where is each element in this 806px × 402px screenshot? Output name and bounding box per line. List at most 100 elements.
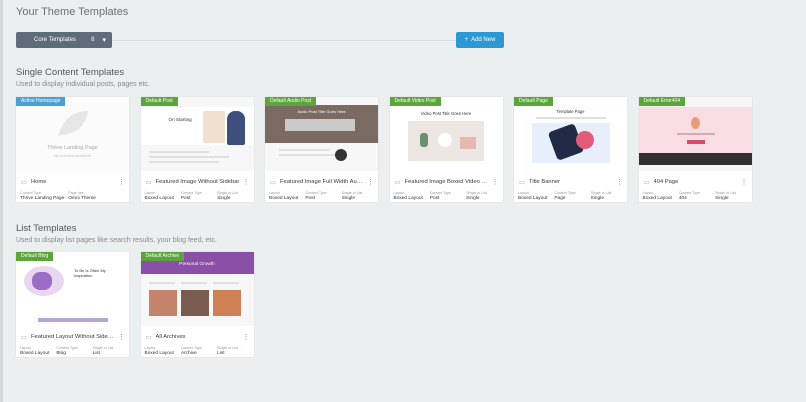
- template-thumbnail[interactable]: Default Error404: [638, 97, 752, 171]
- template-thumbnail[interactable]: Default Page Template Page: [514, 97, 627, 171]
- meta-value: Boxed Layout: [518, 196, 548, 201]
- template-thumbnail[interactable]: Default Video Post Video Post Title Goes…: [389, 97, 503, 171]
- template-thumbnail[interactable]: Active Homepage Thrive Landing Page No p…: [16, 97, 129, 171]
- meta-value: List: [217, 351, 225, 356]
- template-name-row: ▭ Featured Image Without Sidebar ⋮: [141, 175, 254, 189]
- template-badge: Default Archive: [140, 252, 185, 261]
- meta-value: Single: [466, 196, 480, 201]
- template-name: Featured Image Without Sidebar: [155, 179, 240, 185]
- theme-templates-panel: Your Theme Templates Core Templates 8 ▾ …: [16, 6, 800, 402]
- template-name: 404 Page: [653, 179, 679, 185]
- more-options-icon[interactable]: ⋮: [118, 333, 125, 341]
- meta-value: Archive: [180, 351, 197, 356]
- single-section-subtitle: Used to display individual posts, pages …: [16, 81, 150, 88]
- add-new-label: Add New: [471, 37, 496, 43]
- template-meta: Layout Boxed Layout Content Type Archive S…: [141, 344, 254, 357]
- template-badge: Default Blog: [16, 252, 54, 261]
- thumb-title: To Be Is Often My Inspiration: [74, 268, 106, 278]
- page-icon: ▭: [519, 179, 525, 186]
- template-name: Featured Image Boxed Video Po...: [404, 179, 489, 185]
- template-card[interactable]: Active Homepage Thrive Landing Page No p…: [16, 97, 129, 202]
- meta-value: Boxed Layout: [144, 351, 174, 356]
- template-meta: Layout Boxed Layout Content Type Post Sing…: [265, 189, 378, 202]
- more-options-icon[interactable]: ⋮: [118, 178, 125, 186]
- chevron-down-icon: ▾: [102, 37, 106, 44]
- template-name: Title Banner: [529, 179, 561, 185]
- meta-value: Page: [554, 196, 566, 201]
- more-options-icon[interactable]: ⋮: [243, 178, 250, 186]
- meta-value: List: [92, 351, 101, 356]
- template-meta: Layout Boxed Layout Content Type Post Sing…: [390, 189, 503, 202]
- template-thumbnail[interactable]: Default Blog To Be Is Often My Inspirati…: [16, 252, 129, 326]
- template-name-row: ▭ Featured Image Boxed Video Po... ⋮: [390, 175, 503, 189]
- more-options-icon[interactable]: ⋮: [492, 178, 499, 186]
- meta-value: Boxed Layout: [144, 196, 174, 201]
- core-templates-select[interactable]: Core Templates 8 ▾: [16, 32, 112, 48]
- add-new-button[interactable]: + Add New: [456, 32, 504, 48]
- error-icon: ▭: [643, 179, 650, 186]
- template-thumbnail[interactable]: Default Archive Personal Growth: [140, 252, 254, 326]
- template-thumbnail[interactable]: Default Audio Post Audio Post Title Goes…: [265, 97, 378, 171]
- template-card[interactable]: Default Audio Post Audio Post Title Goes…: [265, 97, 378, 202]
- template-name: Home: [31, 179, 47, 185]
- template-badge: Default Error404: [638, 97, 686, 106]
- meta-value: Single: [715, 196, 729, 201]
- meta-value: Thrive Landing Page: [20, 196, 65, 201]
- template-meta: Layout Boxed Layout Content Type 404 Singl…: [639, 189, 752, 202]
- template-card[interactable]: Default Blog To Be Is Often My Inspirati…: [16, 252, 129, 357]
- template-name: All Archives: [155, 334, 186, 340]
- template-thumbnail[interactable]: Default Post On Starting: [140, 97, 254, 171]
- list-icon: ▭: [145, 334, 152, 341]
- more-options-icon[interactable]: ⋮: [367, 178, 374, 186]
- meta-value: Post: [305, 196, 315, 201]
- plus-icon: +: [464, 37, 469, 43]
- thumb-title: Thrive Landing Page: [47, 145, 98, 151]
- template-card[interactable]: Default Page Template Page ▭ Title Banne…: [514, 97, 627, 202]
- template-name-row: ▭ Home ⋮: [16, 175, 129, 189]
- meta-value: Boxed Layout: [269, 196, 299, 201]
- template-name-row: ▭ Title Banner ⋮: [514, 175, 627, 189]
- template-card[interactable]: Default Error404 ▭ 404 Page ⋮ Layout Boxe…: [638, 97, 752, 202]
- thumb-title: Personal Growth: [179, 262, 215, 267]
- filter-divider: [112, 40, 456, 41]
- template-name-row: ▭ Featured Image Full Width Audi... ⋮: [265, 175, 378, 189]
- thumb-subtitle: No preview available: [54, 153, 91, 158]
- thumb-title: Audio Post Title Goes Here: [297, 109, 346, 114]
- home-icon: ▭: [21, 179, 27, 186]
- video-icon: ▭: [394, 179, 401, 186]
- template-card[interactable]: Default Archive Personal Growth ▭ All Ar…: [140, 252, 254, 357]
- more-options-icon[interactable]: ⋮: [616, 178, 623, 186]
- template-meta: Layout Boxed Layout Content Type Page Sing…: [514, 189, 627, 202]
- meta-value: Single: [590, 196, 604, 201]
- thumb-title: On Starting: [168, 117, 192, 122]
- meta-value: Single: [217, 196, 231, 201]
- template-meta: Layout Boxed Layout Content Type Post Sing…: [141, 189, 254, 202]
- meta-value: Post: [429, 196, 440, 201]
- meta-value: 404: [678, 196, 687, 201]
- core-templates-count: 8: [91, 37, 95, 43]
- list-section-title: List Templates: [16, 223, 77, 234]
- leaf-icon: [58, 111, 88, 137]
- more-options-icon[interactable]: ⋮: [243, 333, 250, 341]
- list-section-subtitle: Used to display list pages like search r…: [16, 237, 217, 244]
- meta-value: Boxed Layout: [393, 196, 423, 201]
- thumb-title: Video Post Title Goes Here: [420, 111, 472, 116]
- template-name-row: ▭ 404 Page ⋮: [639, 175, 752, 189]
- template-meta: Layout Boxed Layout Content Type Blog Sing…: [16, 344, 129, 357]
- template-card[interactable]: Default Post On Starting ▭ Featured Imag…: [140, 97, 254, 202]
- meta-value: Boxed Layout: [642, 196, 672, 201]
- template-badge: Default Video Post: [389, 97, 441, 106]
- template-meta: Content Type Thrive Landing Page Page has…: [16, 189, 129, 202]
- core-templates-label: Core Templates: [34, 37, 76, 43]
- template-card[interactable]: Default Video Post Video Post Title Goes…: [389, 97, 503, 202]
- meta-value: Post: [180, 196, 191, 201]
- template-name-row: ▭ All Archives ⋮: [141, 330, 254, 344]
- template-name: Featured Image Full Width Audi...: [280, 179, 364, 185]
- thumb-title: Template Page: [556, 109, 585, 114]
- audio-icon: ▭: [270, 179, 276, 186]
- more-options-icon[interactable]: ⋮: [741, 178, 748, 186]
- meta-value: Single: [341, 196, 355, 201]
- template-badge: Default Audio Post: [265, 97, 317, 106]
- template-name-row: ▭ Featured Layout Without Sidebar ⋮: [16, 330, 129, 344]
- meta-value: Omni Theme: [68, 196, 96, 201]
